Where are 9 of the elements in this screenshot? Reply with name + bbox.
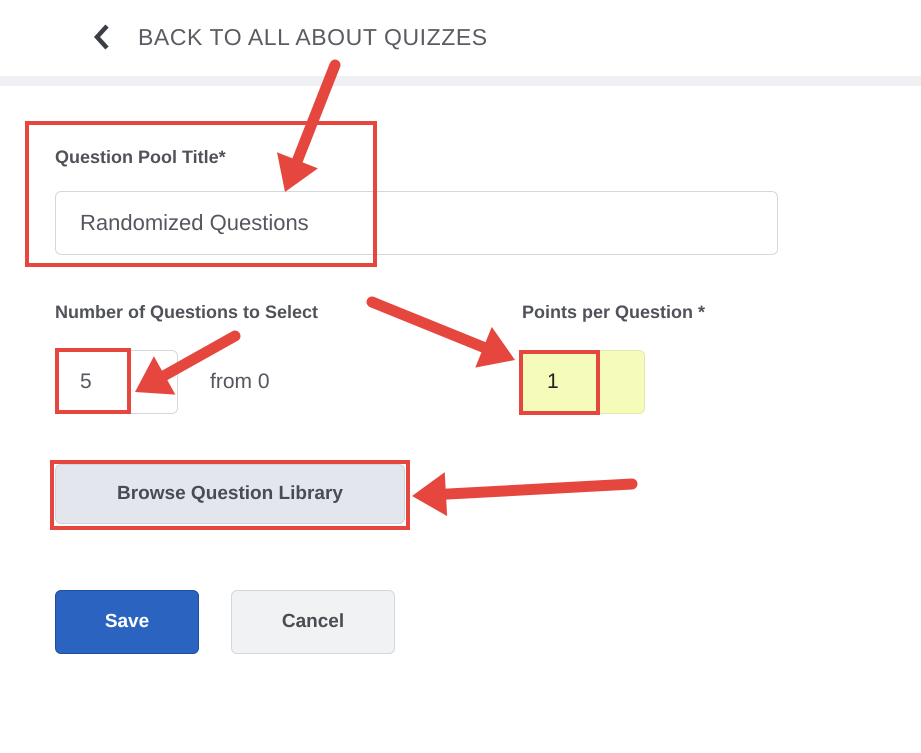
field-label: Points per Question * (522, 301, 706, 324)
browse-library-button[interactable]: Browse Question Library (55, 464, 405, 524)
cancel-button[interactable]: Cancel (231, 590, 395, 654)
title-input[interactable]: Randomized Questions (55, 191, 778, 255)
field-label: Number of Questions to Select (55, 301, 320, 324)
from-count-text: from 0 (210, 369, 270, 396)
save-button[interactable]: Save (55, 590, 199, 654)
back-link[interactable]: BACK TO ALL ABOUT QUIZZES (138, 20, 488, 54)
field-label: Question Pool Title* (55, 146, 227, 169)
